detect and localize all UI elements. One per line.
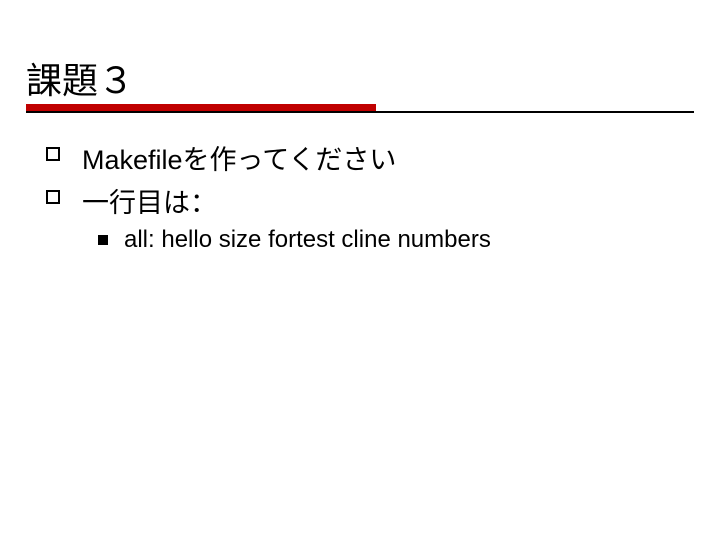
slide: 課題３ Makefileを作ってください 一行目は： all: hello si… (0, 0, 720, 540)
list-item: Makefileを作ってください (46, 138, 686, 177)
title-rule (26, 104, 694, 112)
list-item: 一行目は： (46, 181, 686, 220)
list-item: all: hello size fortest cline numbers (98, 226, 686, 254)
title-block: 課題３ (26, 52, 134, 110)
body-content: Makefileを作ってください 一行目は： all: hello size f… (46, 138, 686, 254)
list-item-text: 一行目は： (82, 181, 217, 220)
square-outline-icon (46, 190, 60, 204)
list-item-text: Makefileを作ってください (82, 138, 396, 177)
list-item-text: all: hello size fortest cline numbers (124, 226, 491, 254)
square-fill-icon (98, 235, 108, 245)
page-title: 課題３ (26, 52, 134, 110)
square-outline-icon (46, 147, 60, 161)
divider (26, 111, 694, 113)
